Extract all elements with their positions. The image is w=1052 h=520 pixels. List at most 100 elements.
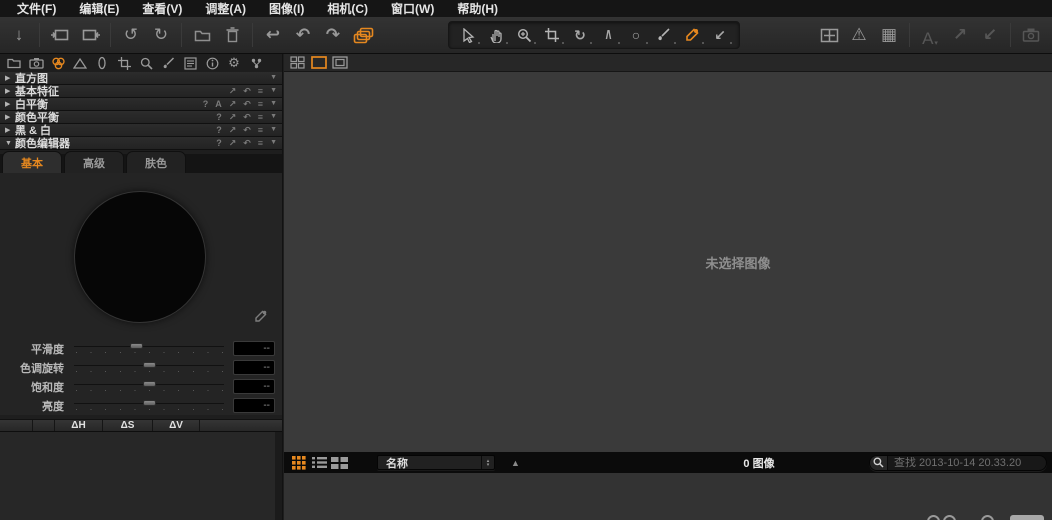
tab-lens-icon[interactable]: [91, 55, 113, 71]
tab-info-icon[interactable]: [201, 55, 223, 71]
proof-layout-icon[interactable]: [814, 21, 844, 49]
collapse-arrow-icon[interactable]: ▶: [5, 100, 15, 108]
menu-file[interactable]: 文件(F): [8, 0, 65, 17]
select-cursor-tool[interactable]: [454, 23, 482, 47]
presets-menu-icon[interactable]: ≡: [258, 125, 263, 135]
rotate-image-left-icon[interactable]: [45, 21, 75, 49]
menu-camera[interactable]: 相机(C): [318, 0, 377, 17]
search-field[interactable]: [869, 455, 1047, 471]
auto-adjust-icon[interactable]: A: [215, 99, 222, 109]
slider-value[interactable]: --: [233, 379, 275, 394]
search-input[interactable]: [888, 457, 1046, 469]
color-picker-tool[interactable]: [678, 23, 706, 47]
slider-track[interactable]: [74, 361, 224, 375]
eyedropper-icon[interactable]: [253, 309, 268, 329]
help-icon[interactable]: ?: [203, 99, 209, 109]
crop-tool[interactable]: [538, 23, 566, 47]
filmstrip-view-button[interactable]: [329, 454, 349, 471]
slider-value[interactable]: --: [233, 341, 275, 356]
primary-view-icon[interactable]: [308, 55, 329, 71]
reset-adjustments-icon[interactable]: ↶: [243, 138, 251, 148]
menu-adjustments[interactable]: 调整(A): [196, 0, 255, 17]
copy-adjustments-icon[interactable]: ↗: [229, 138, 237, 148]
tab-local-adjustments-brush-icon[interactable]: [157, 55, 179, 71]
color-delta-table-body[interactable]: [0, 432, 282, 520]
tab-details-loupe-icon[interactable]: [135, 55, 157, 71]
collapse-arrow-icon[interactable]: ▶: [5, 74, 15, 82]
rotate-ccw-icon[interactable]: ↺: [116, 21, 146, 49]
slider-value[interactable]: --: [233, 360, 275, 375]
collapse-arrow-icon[interactable]: ▶: [5, 87, 15, 95]
reset-adjustments-icon[interactable]: ↶: [243, 99, 251, 109]
slider-track[interactable]: [74, 399, 224, 413]
slider-handle[interactable]: [130, 343, 143, 349]
menu-view[interactable]: 查看(V): [133, 0, 191, 17]
expand-arrow-icon[interactable]: ▼: [5, 140, 15, 147]
spot-circle-tool[interactable]: ○: [622, 23, 650, 47]
curve-arrow-tool[interactable]: ↙: [706, 23, 734, 47]
arrow-up-right-icon[interactable]: ↗: [945, 21, 975, 49]
section-color-editor[interactable]: ▼ 颜色编辑器 ? ↗ ↶ ≡ ▼: [0, 137, 282, 150]
section-dropdown-icon[interactable]: ▼: [270, 86, 277, 96]
help-icon[interactable]: ?: [216, 125, 222, 135]
list-view-button[interactable]: [309, 454, 329, 471]
presets-menu-icon[interactable]: ≡: [258, 86, 263, 96]
grid-view-button[interactable]: [289, 454, 309, 471]
rotate-cw-icon[interactable]: ↻: [146, 21, 176, 49]
undo-back-icon[interactable]: ↩: [258, 21, 288, 49]
collapse-arrow-icon[interactable]: ▶: [5, 126, 15, 134]
pan-hand-tool[interactable]: [482, 23, 510, 47]
slider-value[interactable]: --: [233, 398, 275, 413]
help-icon[interactable]: ?: [216, 138, 222, 148]
straighten-tool[interactable]: ↻: [566, 23, 594, 47]
collapse-arrow-icon[interactable]: ▶: [5, 113, 15, 121]
annotation-text-icon[interactable]: A ▾: [915, 21, 945, 49]
section-dropdown-icon[interactable]: ▼: [270, 112, 277, 122]
tab-color-icon[interactable]: [47, 55, 69, 71]
tab-crop-icon[interactable]: [113, 55, 135, 71]
trash-icon[interactable]: [217, 21, 247, 49]
slider-track[interactable]: [74, 342, 224, 356]
zoom-tool[interactable]: [510, 23, 538, 47]
tab-exposure-icon[interactable]: [69, 55, 91, 71]
copy-adjustments-icon[interactable]: ↗: [229, 112, 237, 122]
undo-icon[interactable]: ↶: [288, 21, 318, 49]
menu-edit[interactable]: 编辑(E): [70, 0, 128, 17]
menu-image[interactable]: 图像(I): [260, 0, 313, 17]
arrow-down-left-icon[interactable]: ↙: [975, 21, 1005, 49]
table-col-delta-v[interactable]: ΔV: [153, 420, 200, 431]
browser-thumbnails-area[interactable]: [284, 473, 1052, 520]
tab-skin-tone[interactable]: 肤色: [126, 151, 186, 173]
reset-adjustments-icon[interactable]: ↶: [243, 112, 251, 122]
copy-adjustments-icon[interactable]: ↗: [229, 125, 237, 135]
grid-overlay-icon[interactable]: ▦: [874, 21, 904, 49]
presets-menu-icon[interactable]: ≡: [258, 112, 263, 122]
brush-tool[interactable]: [650, 23, 678, 47]
section-dropdown-icon[interactable]: ▼: [270, 73, 277, 83]
reset-adjustments-icon[interactable]: ↶: [243, 86, 251, 96]
sort-ascending-button[interactable]: ▲: [511, 458, 520, 468]
multi-view-icon[interactable]: [287, 55, 308, 71]
tab-capture-camera-icon[interactable]: [25, 55, 47, 71]
rotate-image-right-icon[interactable]: [75, 21, 105, 49]
select-spinner-icon[interactable]: ▴ ▾: [481, 456, 494, 469]
menu-help[interactable]: 帮助(H): [448, 0, 507, 17]
slider-handle[interactable]: [143, 362, 156, 368]
presets-menu-icon[interactable]: ≡: [258, 99, 263, 109]
redo-icon[interactable]: ↷: [318, 21, 348, 49]
reset-adjustments-icon[interactable]: ↶: [243, 125, 251, 135]
table-col-delta-s[interactable]: ΔS: [103, 420, 153, 431]
tab-metadata-icon[interactable]: [179, 55, 201, 71]
section-dropdown-icon[interactable]: ▼: [270, 125, 277, 135]
slider-track[interactable]: [74, 380, 224, 394]
slider-handle[interactable]: [143, 400, 156, 406]
tab-basic[interactable]: 基本: [2, 151, 62, 173]
presets-menu-icon[interactable]: ≡: [258, 138, 263, 148]
image-viewer[interactable]: 未选择图像: [284, 72, 1052, 452]
folder-icon[interactable]: [187, 21, 217, 49]
section-dropdown-icon[interactable]: ▼: [270, 138, 277, 148]
slider-handle[interactable]: [143, 381, 156, 387]
tab-output-icon[interactable]: [245, 55, 267, 71]
sort-field-select[interactable]: 名称 ▴ ▾: [377, 455, 495, 470]
variants-stack-icon[interactable]: [348, 21, 378, 49]
